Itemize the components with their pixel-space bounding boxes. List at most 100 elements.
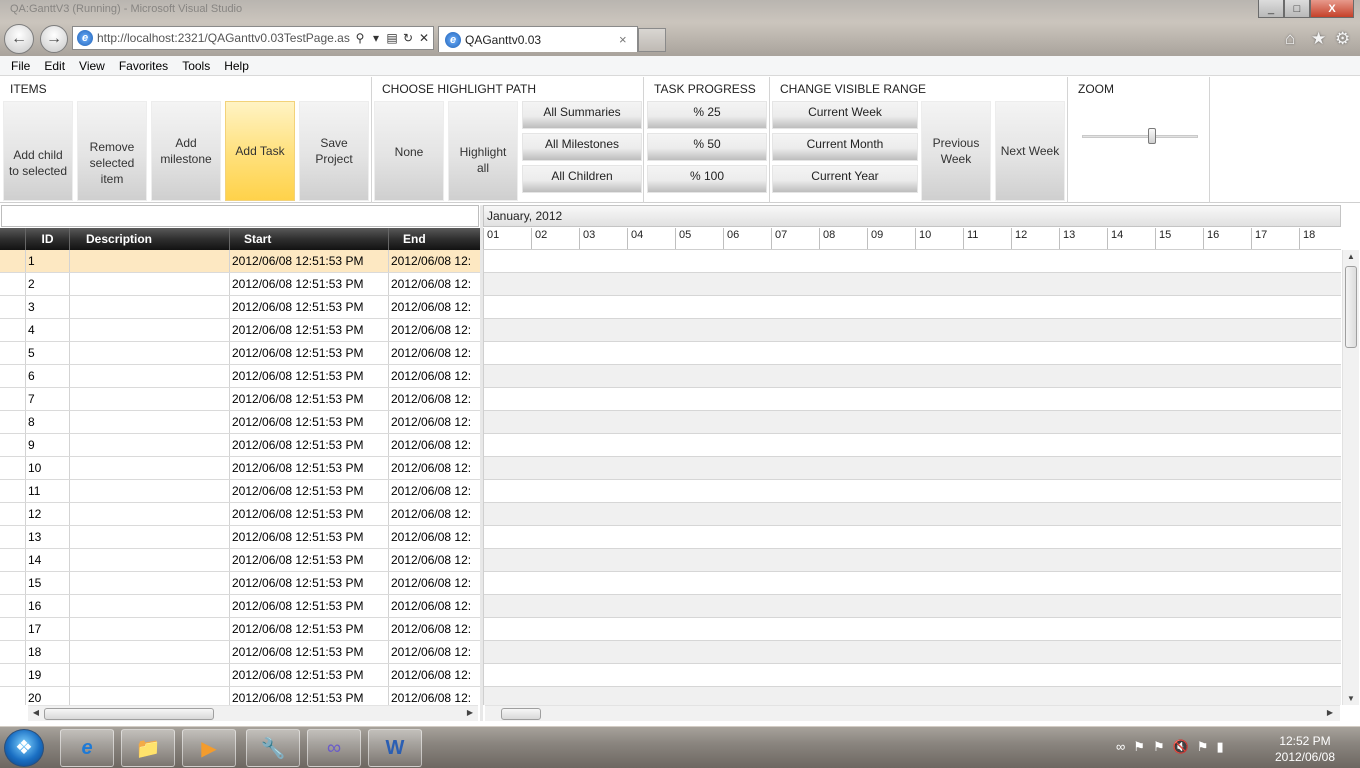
cell-start[interactable]: 2012/06/08 12:51:53 PM — [230, 503, 389, 525]
cell-end[interactable]: 2012/06/08 12: — [389, 388, 480, 410]
table-row[interactable]: 6 2012/06/08 12:51:53 PM 2012/06/08 12: — [0, 365, 480, 388]
menu-favorites[interactable]: Favorites — [112, 59, 175, 73]
forward-button[interactable]: → — [40, 25, 68, 53]
gantt-row[interactable] — [484, 250, 1341, 273]
vertical-scroll-thumb[interactable] — [1345, 266, 1357, 348]
cell-id[interactable]: 3 — [26, 296, 70, 318]
cell-start[interactable]: 2012/06/08 12:51:53 PM — [230, 549, 389, 571]
cell-id[interactable]: 18 — [26, 641, 70, 663]
remove-selected-button[interactable]: Remove selected item — [77, 101, 147, 201]
dropdown-arrow-icon[interactable]: ▾ — [369, 31, 383, 45]
taskbar-internet-explorer[interactable]: e — [60, 729, 114, 767]
row-selector[interactable] — [0, 503, 26, 525]
network-icon[interactable]: ∞ — [1116, 739, 1125, 755]
minimize-button[interactable]: _ — [1258, 0, 1284, 18]
current-month-button[interactable]: Current Month — [772, 133, 918, 161]
menu-help[interactable]: Help — [217, 59, 256, 73]
gantt-row[interactable] — [484, 388, 1341, 411]
cell-start[interactable]: 2012/06/08 12:51:53 PM — [230, 319, 389, 341]
cell-id[interactable]: 6 — [26, 365, 70, 387]
back-button[interactable]: ← — [4, 24, 34, 54]
gantt-row[interactable] — [484, 342, 1341, 365]
cell-start[interactable]: 2012/06/08 12:51:53 PM — [230, 664, 389, 686]
all-milestones-button[interactable]: All Milestones — [522, 133, 642, 161]
cell-start[interactable]: 2012/06/08 12:51:53 PM — [230, 388, 389, 410]
cell-end[interactable]: 2012/06/08 12: — [389, 549, 480, 571]
gantt-row[interactable] — [484, 687, 1341, 705]
cell-description[interactable] — [70, 549, 230, 571]
cell-start[interactable]: 2012/06/08 12:51:53 PM — [230, 618, 389, 640]
next-week-button[interactable]: Next Week — [995, 101, 1065, 201]
highlight-all-button[interactable]: Highlight all — [448, 101, 518, 201]
row-selector[interactable] — [0, 250, 26, 272]
all-children-button[interactable]: All Children — [522, 165, 642, 193]
gantt-row[interactable] — [484, 365, 1341, 388]
cell-start[interactable]: 2012/06/08 12:51:53 PM — [230, 526, 389, 548]
cell-id[interactable]: 20 — [26, 687, 70, 705]
cell-start[interactable]: 2012/06/08 12:51:53 PM — [230, 273, 389, 295]
row-selector[interactable] — [0, 572, 26, 594]
table-row[interactable]: 19 2012/06/08 12:51:53 PM 2012/06/08 12: — [0, 664, 480, 687]
cell-end[interactable]: 2012/06/08 12: — [389, 641, 480, 663]
maximize-button[interactable]: □ — [1284, 0, 1310, 18]
cell-description[interactable] — [70, 319, 230, 341]
gantt-row[interactable] — [484, 296, 1341, 319]
cell-id[interactable]: 2 — [26, 273, 70, 295]
cell-id[interactable]: 8 — [26, 411, 70, 433]
cell-start[interactable]: 2012/06/08 12:51:53 PM — [230, 572, 389, 594]
cell-description[interactable] — [70, 595, 230, 617]
cell-end[interactable]: 2012/06/08 12: — [389, 664, 480, 686]
zoom-slider-thumb[interactable] — [1147, 128, 1156, 144]
cell-description[interactable] — [70, 618, 230, 640]
table-row[interactable]: 18 2012/06/08 12:51:53 PM 2012/06/08 12: — [0, 641, 480, 664]
gantt-row[interactable] — [484, 526, 1341, 549]
taskbar-clock[interactable]: 12:52 PM 2012/06/08 — [1270, 733, 1340, 765]
gantt-row[interactable] — [484, 457, 1341, 480]
cell-description[interactable] — [70, 411, 230, 433]
table-row[interactable]: 4 2012/06/08 12:51:53 PM 2012/06/08 12: — [0, 319, 480, 342]
cell-end[interactable]: 2012/06/08 12: — [389, 250, 480, 272]
row-selector[interactable] — [0, 319, 26, 341]
cell-description[interactable] — [70, 434, 230, 456]
row-selector[interactable] — [0, 526, 26, 548]
row-selector[interactable] — [0, 664, 26, 686]
address-bar[interactable]: e http://localhost:2321/QAGanttv0.03Test… — [72, 26, 434, 50]
close-window-button[interactable]: X — [1310, 0, 1354, 18]
table-row[interactable]: 8 2012/06/08 12:51:53 PM 2012/06/08 12: — [0, 411, 480, 434]
gantt-row[interactable] — [484, 503, 1341, 526]
gantt-vertical-scrollbar[interactable]: ▲ ▼ — [1342, 250, 1359, 705]
menu-file[interactable]: File — [4, 59, 37, 73]
menu-view[interactable]: View — [72, 59, 112, 73]
cell-end[interactable]: 2012/06/08 12: — [389, 411, 480, 433]
cell-description[interactable] — [70, 457, 230, 479]
cell-start[interactable]: 2012/06/08 12:51:53 PM — [230, 457, 389, 479]
table-row[interactable]: 7 2012/06/08 12:51:53 PM 2012/06/08 12: — [0, 388, 480, 411]
signal-icon[interactable]: ▮ — [1216, 739, 1223, 755]
gantt-row[interactable] — [484, 595, 1341, 618]
home-icon[interactable]: ⌂ — [1285, 29, 1295, 49]
progress-25-button[interactable]: % 25 — [647, 101, 767, 129]
cell-end[interactable]: 2012/06/08 12: — [389, 273, 480, 295]
cell-start[interactable]: 2012/06/08 12:51:53 PM — [230, 687, 389, 705]
cell-start[interactable]: 2012/06/08 12:51:53 PM — [230, 411, 389, 433]
cell-id[interactable]: 16 — [26, 595, 70, 617]
cell-id[interactable]: 15 — [26, 572, 70, 594]
gantt-chart-area[interactable] — [483, 250, 1341, 705]
row-selector[interactable] — [0, 365, 26, 387]
progress-50-button[interactable]: % 50 — [647, 133, 767, 161]
cell-id[interactable]: 13 — [26, 526, 70, 548]
table-row[interactable]: 14 2012/06/08 12:51:53 PM 2012/06/08 12: — [0, 549, 480, 572]
add-task-button[interactable]: Add Task — [225, 101, 295, 201]
save-project-button[interactable]: Save Project — [299, 101, 369, 201]
url-text[interactable]: http://localhost:2321/QAGanttv0.03TestPa… — [97, 31, 353, 45]
row-selector[interactable] — [0, 480, 26, 502]
table-row[interactable]: 16 2012/06/08 12:51:53 PM 2012/06/08 12: — [0, 595, 480, 618]
cell-end[interactable]: 2012/06/08 12: — [389, 342, 480, 364]
cell-end[interactable]: 2012/06/08 12: — [389, 365, 480, 387]
table-row[interactable]: 11 2012/06/08 12:51:53 PM 2012/06/08 12: — [0, 480, 480, 503]
cell-end[interactable]: 2012/06/08 12: — [389, 319, 480, 341]
table-row[interactable]: 10 2012/06/08 12:51:53 PM 2012/06/08 12: — [0, 457, 480, 480]
previous-week-button[interactable]: Previous Week — [921, 101, 991, 201]
row-selector[interactable] — [0, 595, 26, 617]
cell-description[interactable] — [70, 526, 230, 548]
